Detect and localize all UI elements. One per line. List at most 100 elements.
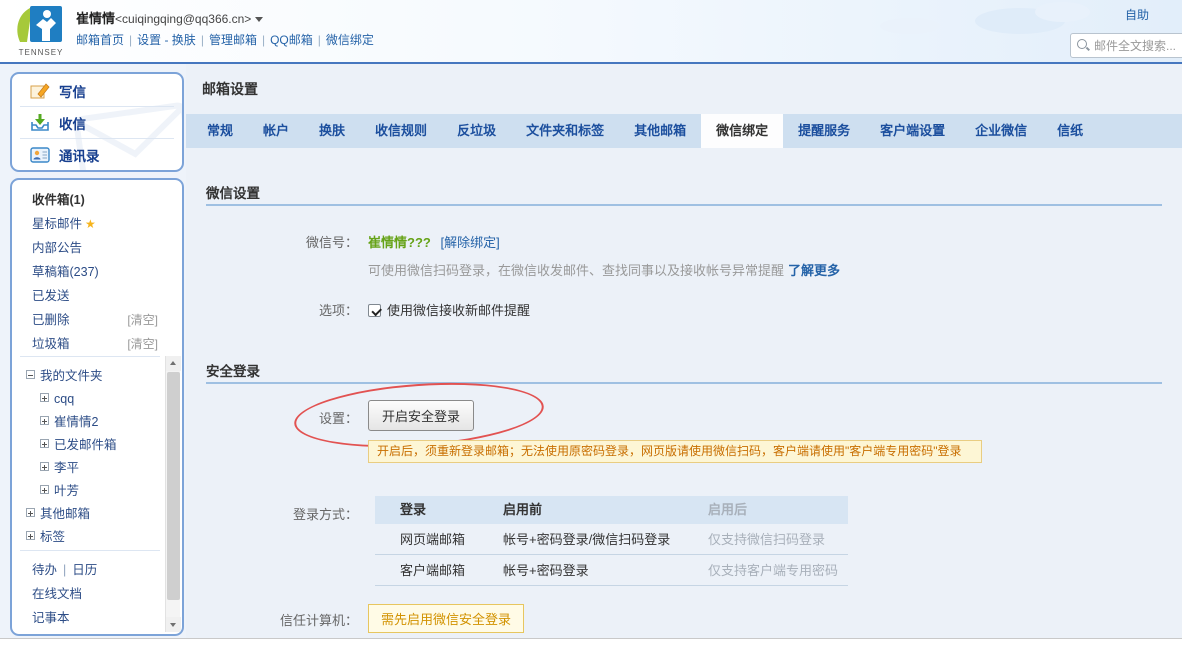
expand-icon[interactable] — [40, 393, 49, 402]
app-body: 写信 收信 通讯录 — [0, 62, 1182, 638]
secure-login-note: 开启后，须重新登录邮箱；无法使用原密码登录，网页版请使用微信扫码，客户端请使用"… — [368, 440, 982, 463]
compose-button[interactable]: 写信 — [12, 75, 182, 106]
tab-account[interactable]: 帐户 — [248, 114, 304, 148]
tab-mail-rules[interactable]: 收信规则 — [360, 114, 442, 148]
contacts-icon — [30, 147, 50, 163]
tab-general[interactable]: 常规 — [192, 114, 248, 148]
scroll-up-arrow-icon[interactable] — [166, 356, 181, 371]
tree-folder-yefang[interactable]: 叶芳 — [40, 481, 79, 501]
wechat-desc-row: 可使用微信扫码登录，在微信收发邮件、查找同事以及接收帐号异常提醒了解更多 — [368, 260, 840, 279]
scrollbar-thumb[interactable] — [167, 372, 180, 600]
tool-separator: | — [63, 563, 66, 577]
sidebar-actions-panel: 写信 收信 通讯录 — [10, 72, 184, 172]
mail-search-box — [1070, 33, 1182, 58]
enable-secure-login-button[interactable]: 开启安全登录 — [368, 400, 474, 431]
security-section-title: 安全登录 — [206, 360, 260, 380]
contacts-label: 通讯录 — [59, 145, 100, 165]
folder-spam[interactable]: 垃圾箱[清空] — [12, 334, 172, 354]
tab-skin[interactable]: 换肤 — [304, 114, 360, 148]
divider — [20, 356, 160, 357]
cell-client-after: 仅支持客户端专用密码 — [708, 555, 848, 585]
expand-icon[interactable] — [40, 485, 49, 494]
folder-sent[interactable]: 已发送 — [12, 286, 172, 306]
expand-icon[interactable] — [40, 416, 49, 425]
divider — [20, 550, 160, 551]
setting-row: 开启安全登录 — [368, 400, 474, 431]
trusted-computer-button[interactable]: 需先启用微信安全登录 — [368, 604, 524, 633]
tree-other-mailboxes[interactable]: 其他邮箱 — [26, 504, 90, 524]
tree-folder-liping[interactable]: 李平 — [40, 458, 79, 478]
page-title: 邮箱设置 — [202, 79, 258, 99]
nav-separator: | — [262, 33, 265, 47]
folder-drafts[interactable]: 草稿箱(237) — [12, 262, 172, 282]
logo-wordmark: TENNSEY — [12, 48, 70, 57]
account-dropdown-caret-icon[interactable] — [255, 17, 263, 22]
tennsey-logo-icon — [12, 5, 66, 45]
todo-link[interactable]: 待办 — [32, 563, 57, 577]
tree-folder-sent-box[interactable]: 已发邮件箱 — [40, 435, 117, 455]
mail-settings-page: TENNSEY 崔情情<cuiqingqing@qq366.cn> 邮箱首页 | 设… — [0, 0, 1182, 647]
nav-wechat-bind[interactable]: 微信绑定 — [326, 33, 374, 47]
sidebar-scrollbar[interactable] — [165, 356, 180, 632]
receive-mail-button[interactable]: 收信 — [12, 107, 182, 138]
search-icon — [1077, 39, 1090, 52]
folder-deleted[interactable]: 已删除[清空] — [12, 310, 172, 330]
user-email: <cuiqingqing@qq366.cn> — [115, 12, 251, 26]
tennsey-logo[interactable]: TENNSEY — [12, 5, 70, 57]
wechat-notify-checkbox[interactable] — [368, 304, 381, 317]
page-bottom-strip — [0, 638, 1182, 647]
col-after-enable: 启用后 — [708, 496, 848, 524]
nav-qq-mail[interactable]: QQ邮箱 — [270, 33, 313, 47]
mail-search-input[interactable] — [1094, 39, 1182, 53]
nav-separator: | — [201, 33, 204, 47]
expand-icon[interactable] — [26, 531, 35, 540]
unbind-link[interactable]: [解除绑定] — [440, 235, 499, 250]
tab-work-wechat[interactable]: 企业微信 — [960, 114, 1042, 148]
tab-client-settings[interactable]: 客户端设置 — [865, 114, 960, 148]
self-service-link[interactable]: 自助 — [1125, 6, 1149, 23]
settings-tabbar: 常规帐户换肤收信规则反垃圾文件夹和标签其他邮箱微信绑定提醒服务客户端设置企业微信… — [186, 114, 1182, 148]
scroll-down-arrow-icon[interactable] — [166, 617, 181, 632]
expand-icon[interactable] — [40, 462, 49, 471]
empty-folder-link[interactable]: [清空] — [127, 334, 158, 354]
account-info: 崔情情<cuiqingqing@qq366.cn> — [76, 8, 263, 27]
online-docs-link[interactable]: 在线文档 — [32, 584, 82, 604]
nav-settings-skin[interactable]: 设置 - 换肤 — [137, 33, 196, 47]
cell-client-before: 帐号+密码登录 — [503, 555, 708, 585]
tab-antispam[interactable]: 反垃圾 — [442, 114, 511, 148]
tree-my-folders[interactable]: 我的文件夹 — [26, 366, 103, 386]
receive-label: 收信 — [59, 113, 86, 133]
tab-other-mailboxes[interactable]: 其他邮箱 — [619, 114, 701, 148]
option-row: 使用微信接收新邮件提醒 — [368, 300, 530, 319]
compose-icon — [30, 82, 50, 100]
cell-webmail-after: 仅支持微信扫码登录 — [708, 524, 848, 554]
wechat-notify-text: 使用微信接收新邮件提醒 — [387, 303, 530, 318]
calendar-link[interactable]: 日历 — [72, 563, 97, 577]
notepad-link[interactable]: 记事本 — [32, 608, 70, 628]
expand-icon[interactable] — [26, 508, 35, 517]
tab-stationery[interactable]: 信纸 — [1042, 114, 1098, 148]
company-drive-link[interactable]: 企业网盘 — [32, 632, 82, 636]
nav-separator: | — [129, 33, 132, 47]
expand-icon[interactable] — [40, 439, 49, 448]
table-row: 网页端邮箱 帐号+密码登录/微信扫码登录 仅支持微信扫码登录 — [375, 524, 848, 555]
inbox-download-icon — [30, 113, 50, 132]
empty-folder-link[interactable]: [清空] — [127, 310, 158, 330]
nav-mail-home[interactable]: 邮箱首页 — [76, 33, 124, 47]
collapse-icon[interactable] — [26, 370, 35, 379]
tab-wechat-bind[interactable]: 微信绑定 — [701, 114, 783, 148]
section-divider — [206, 204, 1162, 206]
folder-inbox[interactable]: 收件箱(1) — [12, 190, 172, 210]
contacts-button[interactable]: 通讯录 — [12, 139, 182, 170]
trusted-computer-row: 需先启用微信安全登录 — [368, 604, 524, 633]
nav-manage-mail[interactable]: 管理邮箱 — [209, 33, 257, 47]
tab-reminder-service[interactable]: 提醒服务 — [783, 114, 865, 148]
tree-tags[interactable]: 标签 — [26, 527, 65, 547]
learn-more-link[interactable]: 了解更多 — [788, 263, 840, 278]
folder-announcements[interactable]: 内部公告 — [12, 238, 172, 258]
folder-starred[interactable]: 星标邮件★ — [12, 214, 172, 234]
header-nav: 邮箱首页|设置 - 换肤|管理邮箱|QQ邮箱|微信绑定 — [76, 31, 374, 48]
tab-folders-tags[interactable]: 文件夹和标签 — [511, 114, 619, 148]
tree-folder-cqq[interactable]: cqq — [40, 389, 74, 409]
tree-folder-cuiqingqing2[interactable]: 崔情情2 — [40, 412, 98, 432]
